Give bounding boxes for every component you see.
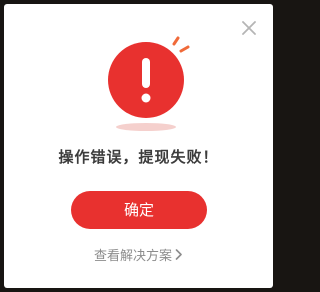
chevron-right-icon — [175, 249, 183, 264]
confirm-button[interactable]: 确定 — [71, 191, 207, 229]
view-solution-link[interactable]: 查看解决方案 — [4, 245, 273, 264]
close-button[interactable] — [239, 18, 259, 38]
error-dialog: 操作错误，提现失败！ 确定 查看解决方案 — [4, 4, 273, 288]
close-icon — [242, 21, 256, 35]
view-solution-label: 查看解决方案 — [93, 249, 172, 264]
error-message: 操作错误，提现失败！ — [58, 148, 219, 166]
exclamation-alert-icon — [102, 36, 192, 134]
